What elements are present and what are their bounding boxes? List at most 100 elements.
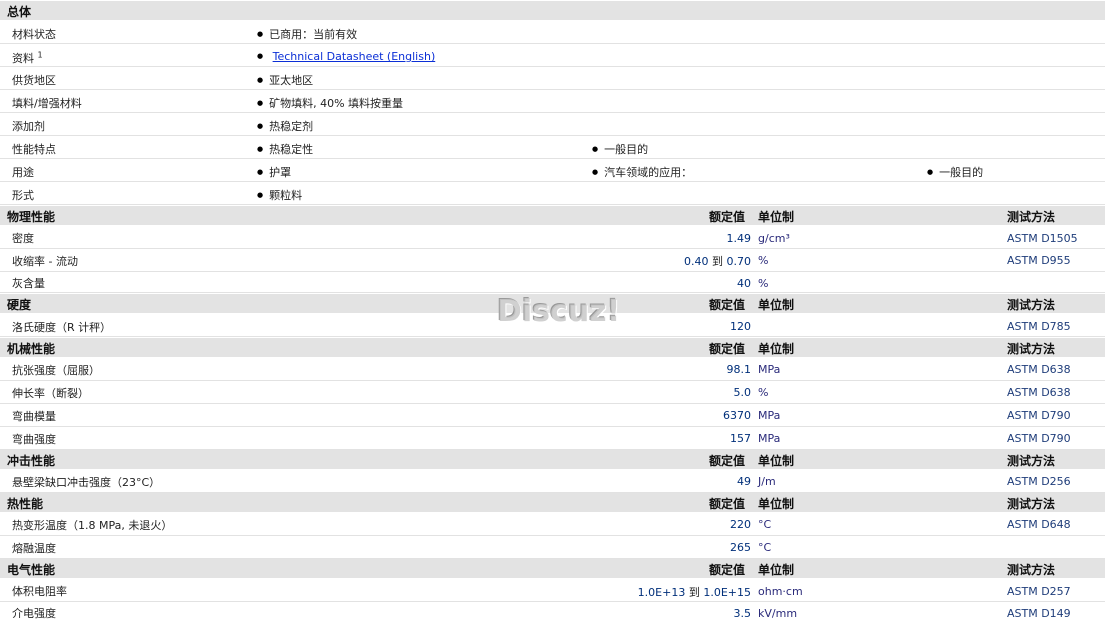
col-header-method: 测试方法 [1007,454,1056,468]
unit-value: J/m [758,475,776,488]
row-value: 颗粒料 [257,187,302,203]
datasheet-link[interactable]: Technical Datasheet (English) [273,50,436,63]
row-value: 一般目的 [592,141,648,157]
row-value: 一般目的 [927,164,983,180]
row-label: 密度 [12,232,34,245]
row-value: 已商用：当前有效 [257,26,357,42]
test-method: ASTM D257 [1007,585,1071,598]
row-value: 矿物填料, 40% 填料按重量 [257,95,403,111]
row-label: 用途 [12,166,34,179]
unit-value: % [758,254,769,267]
nominal-low: 0.40 [684,255,709,268]
nominal-value: 40 [737,277,751,290]
test-method: ASTM D638 [1007,386,1071,399]
section-title: 物理性能 [7,210,56,224]
general-row-region: 供货地区 亚太地区 [0,68,1105,90]
section-title: 热性能 [7,497,44,511]
row-value: 亚太地区 [257,72,313,88]
section-header-electrical: 电气性能 额定值 单位制 测试方法 [0,559,1105,579]
row-label: 悬壁梁缺口冲击强度（23°C） [12,476,161,489]
col-header-unit: 单位制 [758,210,795,224]
section-header-impact: 冲击性能 额定值 单位制 测试方法 [0,450,1105,470]
test-method: ASTM D790 [1007,409,1071,422]
nominal-value: 220 [730,518,751,531]
datasheet-item: Technical Datasheet (English) [257,50,436,63]
table-row: 悬壁梁缺口冲击强度（23°C） 49 J/m ASTM D256 [0,471,1105,493]
general-row-uses: 用途 护罩 汽车领域的应用： 一般目的 [0,160,1105,182]
row-label: 体积电阻率 [12,585,67,598]
unit-value: kV/mm [758,607,798,620]
table-row: 弯曲强度 157 MPa ASTM D790 [0,428,1105,450]
nominal-value: 265 [730,541,751,554]
nominal-range: 0.40 到 0.70 [684,253,751,269]
row-value: 护罩 [257,164,291,180]
row-label: 形式 [12,189,34,202]
unit-value: MPa [758,432,781,445]
nominal-range: 1.0E+13 到 1.0E+15 [638,584,751,600]
table-row: 热变形温度（1.8 MPa, 未退火） 220 °C ASTM D648 [0,514,1105,536]
row-label: 伸长率（断裂） [12,387,89,400]
row-label: 资料 1 [12,50,43,66]
unit-value: MPa [758,409,781,422]
row-label: 收缩率 - 流动 [12,255,78,268]
col-header-nominal: 额定值 [709,563,746,577]
section-header-thermal: 热性能 额定值 单位制 测试方法 [0,493,1105,513]
nominal-value: 5.0 [733,386,752,399]
row-value: 热稳定性 [257,141,313,157]
section-title: 总体 [7,5,32,19]
general-row-features: 性能特点 热稳定性 一般目的 [0,137,1105,159]
row-label: 灰含量 [12,277,45,290]
col-header-unit: 单位制 [758,454,795,468]
nominal-low: 1.0E+13 [637,586,686,599]
unit-value: °C [758,541,772,554]
watermark: Discuz! [497,294,621,329]
row-label: 洛氏硬度（R 计秤） [12,321,112,334]
row-value: 汽车领域的应用： [592,164,692,180]
nominal-value: 49 [737,475,751,488]
section-header-mechanical: 机械性能 额定值 单位制 测试方法 [0,338,1105,358]
nominal-value: 3.5 [733,607,752,620]
nominal-high: 1.0E+15 [703,586,751,599]
col-header-nominal: 额定值 [709,298,746,312]
section-title: 硬度 [7,298,32,312]
unit-value: °C [758,518,772,531]
section-header-general: 总体 [0,1,1105,21]
test-method: ASTM D955 [1007,254,1071,267]
test-method: ASTM D1505 [1007,232,1078,245]
general-row-additive: 添加剂 热稳定剂 [0,114,1105,136]
table-row: 抗张强度（屈服） 98.1 MPa ASTM D638 [0,359,1105,381]
table-row: 介电强度 3.5 kV/mm ASTM D149 [0,603,1105,624]
general-row-status: 材料状态 已商用：当前有效 [0,22,1105,44]
col-header-unit: 单位制 [758,342,795,356]
general-row-datasheet: 资料 1 Technical Datasheet (English) [0,45,1105,67]
section-header-physical: 物理性能 额定值 单位制 测试方法 [0,206,1105,226]
nominal-value: 120 [730,320,751,333]
row-value: 热稳定剂 [257,118,313,134]
col-header-unit: 单位制 [758,563,795,577]
row-label: 熔融温度 [12,542,56,555]
row-label-text: 资料 [12,52,34,65]
row-label: 弯曲强度 [12,433,56,446]
row-label: 供货地区 [12,74,56,87]
row-label: 介电强度 [12,607,56,620]
row-label: 弯曲模量 [12,410,56,423]
section-title: 机械性能 [7,342,56,356]
col-header-method: 测试方法 [1007,342,1056,356]
table-row: 密度 1.49 g/cm³ ASTM D1505 [0,227,1105,249]
col-header-nominal: 额定值 [709,342,746,356]
table-row: 伸长率（断裂） 5.0 % ASTM D638 [0,382,1105,404]
range-to: 到 [712,255,723,268]
row-label: 填料/增强材料 [12,97,82,110]
section-title: 电气性能 [7,563,56,577]
table-row: 熔融温度 265 °C [0,537,1105,559]
range-to: 到 [688,586,700,599]
col-header-nominal: 额定值 [709,210,746,224]
test-method: ASTM D149 [1007,607,1071,620]
row-label: 添加剂 [12,120,45,133]
general-row-filler: 填料/增强材料 矿物填料, 40% 填料按重量 [0,91,1105,113]
col-header-method: 测试方法 [1007,298,1056,312]
test-method: ASTM D790 [1007,432,1071,445]
col-header-nominal: 额定值 [709,454,746,468]
nominal-value: 98.1 [726,363,752,376]
col-header-unit: 单位制 [758,497,795,511]
